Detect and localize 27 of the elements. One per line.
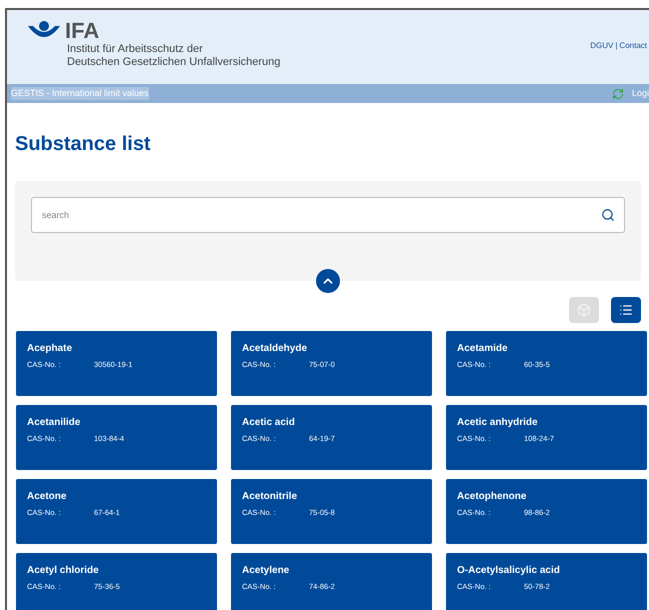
substance-name: Acetamide [457, 343, 509, 355]
header-link[interactable]: Contact [619, 40, 647, 52]
list-view-button[interactable] [611, 297, 641, 323]
substance-name: Acetone [27, 491, 68, 503]
app-title: GESTIS - International limit values [11, 86, 149, 100]
list-icon [619, 303, 633, 317]
search-icon[interactable] [601, 208, 615, 222]
substance-name: Acetanilide [27, 417, 82, 429]
tile-view-button[interactable] [569, 297, 599, 323]
header-link[interactable]: DGUV [590, 40, 614, 52]
collapse-button[interactable] [316, 269, 340, 293]
substance-name: Acetonitrile [242, 491, 298, 503]
substance-name: Acephate [27, 343, 74, 355]
substance-name: Acetophenone [457, 491, 528, 503]
logo-text: IFA [65, 20, 100, 42]
substance-name: Acetic acid [242, 417, 296, 429]
search-field[interactable]: search [31, 197, 625, 233]
org-name: Institut für Arbeitsschutz der [67, 43, 204, 56]
link-separator: | [615, 40, 618, 52]
substance-name: Acetylene [242, 565, 290, 577]
page-title: Substance list [15, 132, 151, 157]
org-name: Deutschen Gesetzlichen Unfallversicherung [67, 56, 280, 69]
substance-name: Acetic anhydride [457, 417, 539, 429]
substance-name: O-Acetylsalicylic acid [457, 565, 561, 577]
substance-name: Acetyl chloride [27, 565, 100, 577]
substance-name: Acetaldehyde [242, 343, 308, 355]
cube-icon [577, 303, 591, 317]
